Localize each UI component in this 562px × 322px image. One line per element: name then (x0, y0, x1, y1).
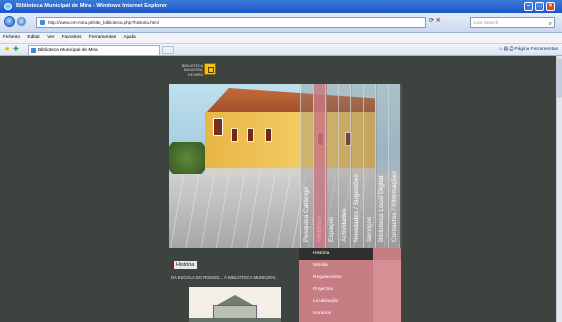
close-button[interactable]: × (546, 2, 555, 11)
back-button[interactable]: ‹ (4, 16, 15, 27)
maximize-button[interactable]: □ (535, 2, 544, 11)
building-balcony (213, 118, 223, 136)
home-icon[interactable]: ⌂ (499, 47, 502, 52)
nav-item-label: Contactos / Informações (390, 170, 398, 242)
nav-item-label: Espaços (328, 216, 335, 242)
address-url: http://www.cm-mira.pt/site_biblioteca.ph… (48, 20, 159, 25)
nav-item-label: Serviços (365, 216, 373, 242)
add-favorite-icon[interactable]: ✚ (13, 46, 19, 53)
minimize-button[interactable]: – (524, 2, 533, 11)
tools-menu[interactable]: Ferramentas (531, 47, 558, 52)
forward-button[interactable]: › (17, 17, 26, 26)
submenu-item-4[interactable]: Localização (299, 296, 401, 308)
menu-item-editar[interactable]: Editar (27, 33, 40, 43)
new-tab-button[interactable] (162, 46, 174, 54)
logo-text: BIBLIOTECA MUNICIPAL DE MIRA (181, 64, 203, 77)
address-toolbar: ‹ › http://www.cm-mira.pt/site_bibliotec… (0, 13, 562, 33)
title-bar: Biblioteca Municipal de Mira - Windows I… (0, 0, 562, 13)
sketch-roof (217, 295, 253, 305)
search-placeholder: Live Search (474, 20, 499, 25)
vertical-scrollbar[interactable] (556, 56, 562, 322)
menu-item-ver[interactable]: Ver (47, 33, 54, 43)
submenu-item-5[interactable]: Horários (299, 308, 401, 320)
submenu-item-1[interactable]: Missão (299, 260, 401, 272)
refresh-icon[interactable]: ⟳ (429, 18, 434, 24)
submenu-item-2[interactable]: Regulamento (299, 272, 401, 284)
menu-item-ferramentas[interactable]: Ferramentas (89, 33, 116, 43)
nav-item-label: Histórico (315, 216, 323, 242)
section-title: História (171, 261, 198, 269)
menu-item-ajuda[interactable]: Ajuda (123, 33, 135, 43)
search-input[interactable]: Live Search ⌕ (470, 17, 555, 28)
tab-page-icon (31, 48, 36, 53)
tab-bar: ★ ✚ Biblioteca Municipal de Mira ⌂ ▤ ⎙ P… (0, 44, 562, 56)
menu-item-ficheiro[interactable]: Ficheiro (3, 33, 20, 43)
history-section: História DA ESCOLA DO ROSSIO... À BIBLIO… (169, 249, 299, 322)
command-bar: ⌂ ▤ ⎙ Página Ferramentas (499, 45, 558, 55)
library-logo[interactable]: BIBLIOTECA MUNICIPAL DE MIRA (171, 62, 219, 82)
submenu-item-0[interactable]: História (299, 248, 373, 260)
scrollbar-thumb[interactable] (557, 58, 562, 98)
page-icon (40, 20, 45, 25)
building-window (247, 128, 254, 142)
favorites-star-icon[interactable]: ★ (4, 46, 10, 53)
logo-crest-icon (204, 63, 216, 75)
menu-bar: Ficheiro Editar Ver Favoritos Ferramenta… (0, 33, 562, 44)
print-icon[interactable]: ⎙ (509, 47, 513, 52)
nav-item-label: Pesquisa Catálogo (303, 186, 310, 242)
stop-icon[interactable]: ✕ (436, 18, 441, 24)
page-menu[interactable]: Página (515, 47, 530, 52)
nav-item-label: Novidades / Sugestões (353, 174, 360, 242)
building-window (265, 128, 272, 142)
section-subtitle: DA ESCOLA DO ROSSIO... À BIBLIOTECA MUNI… (171, 275, 277, 280)
sketch-ground (189, 318, 281, 322)
tab-biblioteca[interactable]: Biblioteca Municipal de Mira (28, 45, 160, 55)
nav-item-7[interactable]: Contactos / Informações (387, 84, 402, 248)
address-input[interactable]: http://www.cm-mira.pt/site_biblioteca.ph… (36, 17, 426, 28)
menu-item-favoritos[interactable]: Favoritos (62, 33, 82, 43)
address-actions: ⟳ ✕ (429, 17, 441, 24)
internet-explorer-icon (4, 3, 12, 10)
nav-item-label: Actividades (340, 208, 348, 242)
window-title: Biblioteca Municipal de Mira - Windows I… (16, 3, 168, 9)
nav-item-label: Biblioteca Local Digital (378, 175, 385, 242)
submenu-item-3[interactable]: Projectos (299, 284, 401, 296)
feeds-icon[interactable]: ▤ (503, 47, 508, 52)
building-window (231, 128, 238, 142)
main-navigation: Pesquisa Catálogo Histórico Espaços Activid… (300, 84, 402, 248)
history-submenu: História Missão Regulamento Projectos Locali… (299, 248, 401, 322)
school-sketch-image (189, 287, 281, 322)
tab-label: Biblioteca Municipal de Mira (38, 48, 98, 53)
search-icon[interactable]: ⌕ (549, 19, 552, 29)
